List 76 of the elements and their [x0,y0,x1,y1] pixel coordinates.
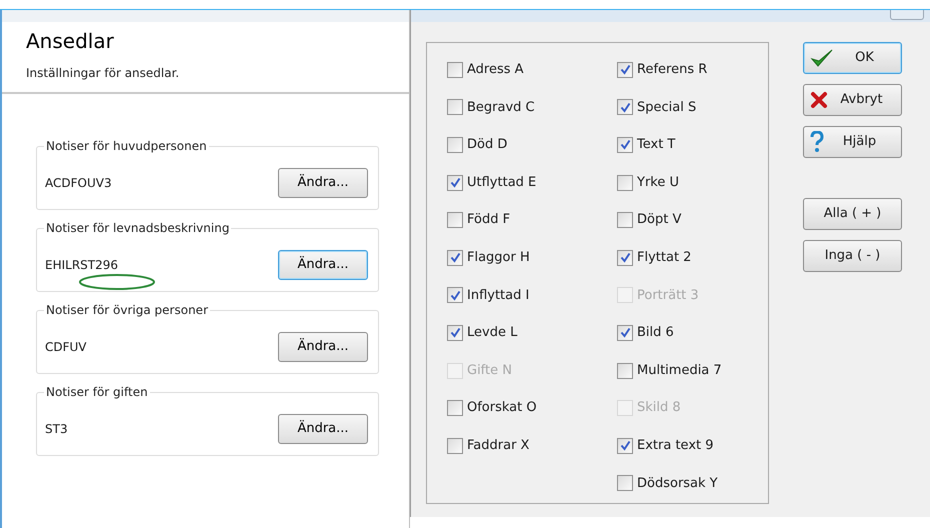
checkbox[interactable] [617,99,633,116]
checkbox-label: Flyttat 2 [637,249,692,268]
notice-codes: CDFUV [45,339,87,356]
page-title: Ansedlar [26,28,115,55]
checkbox-label: Text T [637,136,676,154]
help-button[interactable]: Hjälp [803,126,902,158]
checkbox[interactable] [617,136,633,153]
cross-icon [810,91,828,109]
checkbox[interactable] [617,438,633,454]
checkbox[interactable] [447,400,463,416]
checkbox-label: Skild 8 [637,399,681,418]
dialog-button[interactable]: Alla ( + ) [803,198,902,230]
checkbox-label: Extra text 9 [637,436,714,455]
check-icon [620,252,630,264]
checkbox[interactable] [617,62,633,78]
checkbox[interactable] [447,250,463,266]
checkbox-label: Död D [467,136,508,154]
checkbox[interactable] [447,438,463,454]
checkbox-label: Utflyttad E [467,174,536,192]
checkbox[interactable] [617,324,633,341]
check-icon [450,252,460,264]
change-button[interactable]: Ändra... [278,414,368,444]
change-button[interactable]: Ändra... [278,250,368,280]
notice-codes: ST3 [45,421,68,438]
check-icon [620,327,630,338]
check-icon [620,440,630,452]
ok-button[interactable]: OK [803,42,902,74]
cancel-button[interactable]: Avbryt [803,84,902,116]
page-subtitle: Inställningar för ansedlar. [26,65,180,82]
change-button[interactable]: Ändra... [278,332,368,362]
check-icon [620,102,630,113]
checkbox[interactable] [447,62,463,78]
check-icon [450,327,460,338]
change-button[interactable]: Ändra... [278,168,368,198]
question-mark-icon [810,131,824,153]
group-legend: Notiser för övriga personer [44,302,210,318]
check-icon [450,177,460,188]
checkbox-label: Adress A [467,61,524,80]
close-button[interactable] [890,10,924,20]
check-icon [620,139,630,150]
checkbox-label: Levde L [467,324,518,342]
checkbox[interactable] [447,136,463,153]
checkmark-icon [810,48,834,68]
checkbox-label: Gifte N [467,362,512,380]
checkbox[interactable] [447,324,463,341]
checkbox[interactable] [617,475,633,492]
check-icon [450,290,460,301]
notice-codes: ACDFOUV3 [45,175,112,192]
group-legend: Notiser för giften [44,384,150,400]
checkbox[interactable] [617,250,633,266]
check-icon [620,64,630,76]
checkbox-label: Multimedia 7 [637,362,722,380]
checkbox-label: Referens R [637,61,708,80]
group-legend: Notiser för huvudpersonen [44,138,209,154]
checkbox-label: Bild 6 [637,324,674,342]
checkbox-label: Porträtt 3 [637,286,699,305]
checkbox[interactable] [617,174,633,191]
checkbox-label: Begravd C [467,98,535,117]
dialog-button[interactable]: Inga ( - ) [803,240,902,272]
checkbox-label: Faddrar X [467,436,530,455]
checkbox-label: Special S [637,98,696,117]
checkbox[interactable] [447,174,463,191]
checkbox[interactable] [447,287,463,304]
checkbox-label: Oforskat O [467,399,537,418]
checkbox-label: Född F [467,211,510,230]
group-legend: Notiser för levnadsbeskrivning [44,220,232,236]
checkbox[interactable] [617,362,633,379]
checkbox-label: Dödsorsak Y [637,474,718,493]
checkbox-label: Yrke U [637,174,679,192]
notice-codes: EHILRST296 [45,257,118,274]
checkbox-label: Döpt V [637,211,682,230]
checkbox-label: Inflyttad I [467,286,530,305]
checkbox[interactable] [447,212,463,228]
checkbox[interactable] [617,212,633,228]
checkbox-label: Flaggor H [467,249,530,268]
checkbox[interactable] [447,99,463,116]
